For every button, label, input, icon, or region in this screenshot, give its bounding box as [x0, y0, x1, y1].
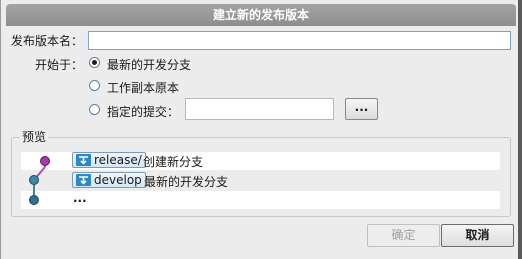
develop-branch-name: develop	[94, 173, 142, 187]
commit-graph	[29, 156, 50, 205]
develop-row-text: 最新的开发分支	[144, 175, 229, 189]
radio-specific-commit[interactable]	[89, 104, 100, 115]
option-specific-commit-label[interactable]: 指定的提交：	[107, 103, 179, 120]
branch-icon	[76, 174, 91, 186]
branch-icon	[76, 154, 91, 166]
background-edge-right	[518, 0, 522, 259]
release-branch-badge: release/	[72, 152, 146, 168]
start-from-label: 开始于：	[35, 58, 84, 72]
create-release-dialog: 建立新的发布版本 发布版本名： 开始于： 最新的开发分支 工作副本原本 指定的提…	[0, 0, 522, 259]
ok-button[interactable]: 确定	[367, 224, 440, 247]
older-node	[29, 195, 39, 205]
preview-row-more	[21, 191, 500, 209]
release-node	[40, 156, 50, 166]
release-row-text: 创建新分支	[143, 155, 204, 169]
browse-commit-button[interactable]: ...	[345, 98, 378, 120]
more-commits-text: ...	[73, 191, 87, 205]
release-name-label: 发布版本名：	[11, 34, 84, 48]
option-working-copy-label[interactable]: 工作副本原本	[107, 79, 179, 96]
dialog-title: 建立新的发布版本	[6, 4, 516, 26]
preview-title: 预览	[20, 128, 49, 145]
release-name-input[interactable]	[88, 31, 511, 50]
radio-latest-develop[interactable]	[89, 57, 100, 68]
develop-node	[29, 175, 39, 185]
release-branch-name: release/	[94, 153, 142, 167]
option-latest-develop-label[interactable]: 最新的开发分支	[107, 56, 191, 73]
radio-working-copy[interactable]	[89, 80, 100, 91]
commit-input[interactable]	[185, 98, 334, 120]
develop-branch-badge: develop	[72, 172, 146, 188]
cancel-button[interactable]: 取消	[441, 224, 514, 247]
